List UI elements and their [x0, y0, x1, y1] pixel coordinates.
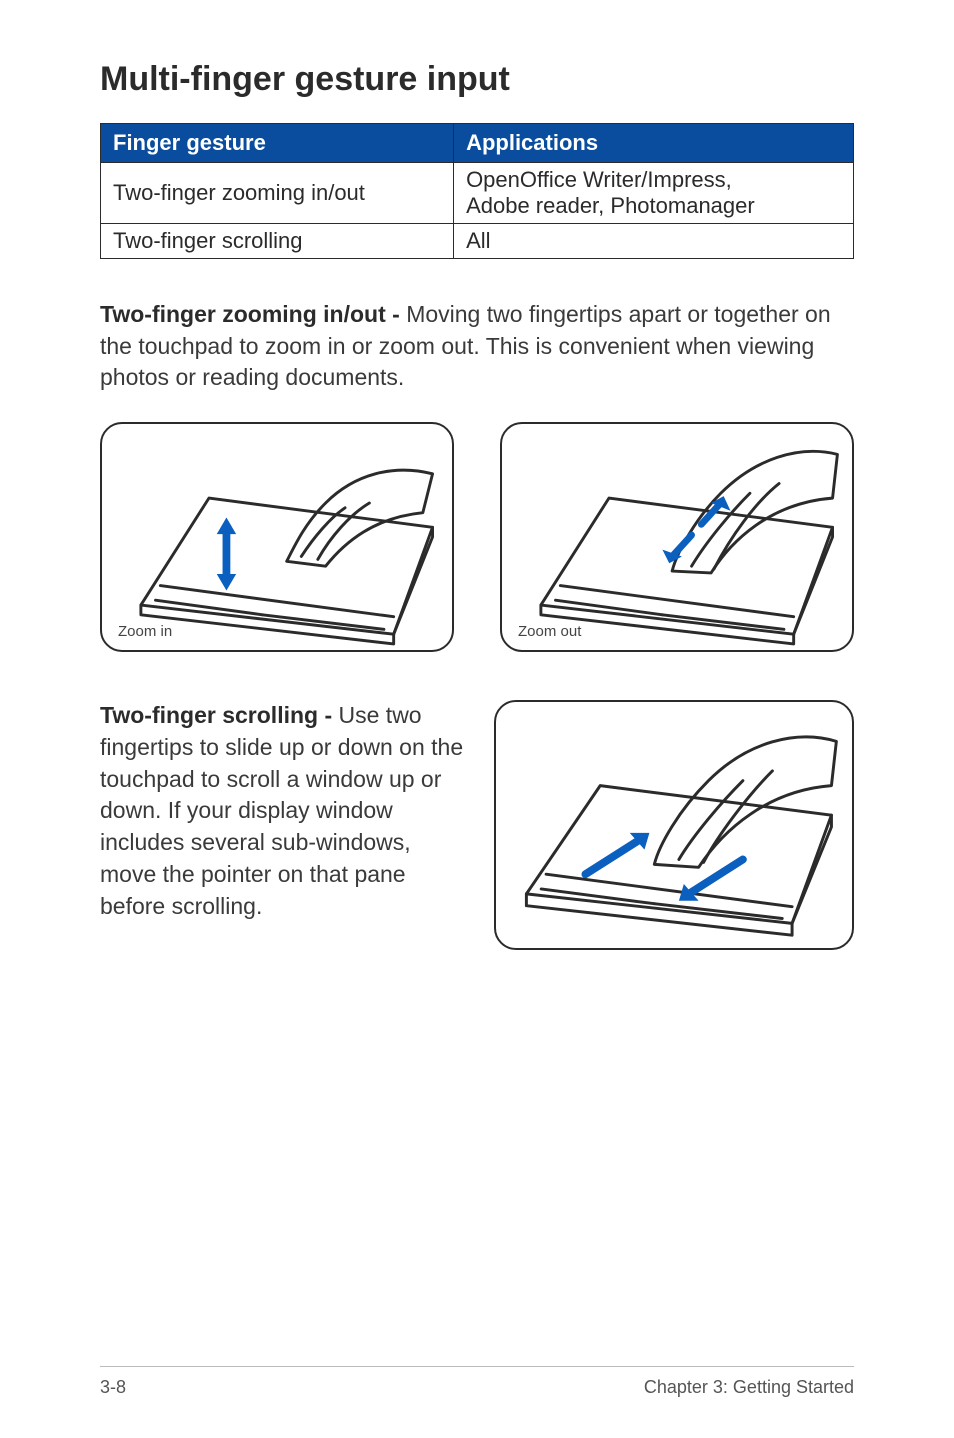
cell-gesture: Two-finger scrolling: [101, 224, 454, 259]
table-header-apps: Applications: [454, 124, 854, 163]
chapter-label: Chapter 3: Getting Started: [644, 1377, 854, 1398]
zoom-paragraph: Two-finger zooming in/out - Moving two f…: [100, 299, 854, 394]
cell-apps-line1: OpenOffice Writer/Impress,: [466, 167, 732, 192]
table-header-gesture: Finger gesture: [101, 124, 454, 163]
table-row: Two-finger zooming in/out OpenOffice Wri…: [101, 163, 854, 224]
zoom-out-label: Zoom out: [518, 623, 581, 640]
zoom-out-illustration: Zoom out: [500, 422, 854, 652]
section-heading: Multi-finger gesture input: [100, 60, 854, 99]
scroll-paragraph: Two-finger scrolling - Use two fingertip…: [100, 700, 466, 922]
table-row: Two-finger scrolling All: [101, 224, 854, 259]
cell-apps: OpenOffice Writer/Impress, Adobe reader,…: [454, 163, 854, 224]
cell-apps-line2: Adobe reader, Photomanager: [466, 193, 755, 218]
cell-gesture: Two-finger zooming in/out: [101, 163, 454, 224]
zoom-in-label: Zoom in: [118, 623, 172, 640]
zoom-title: Two-finger zooming in/out -: [100, 301, 406, 327]
zoom-in-illustration: Zoom in: [100, 422, 454, 652]
gesture-table: Finger gesture Applications Two-finger z…: [100, 123, 854, 259]
scroll-illustration: [494, 700, 854, 950]
cell-apps: All: [454, 224, 854, 259]
scroll-title: Two-finger scrolling -: [100, 702, 339, 728]
page-number: 3-8: [100, 1377, 126, 1398]
scroll-body: Use two fingertips to slide up or down o…: [100, 702, 463, 918]
page-footer: 3-8 Chapter 3: Getting Started: [100, 1366, 854, 1398]
